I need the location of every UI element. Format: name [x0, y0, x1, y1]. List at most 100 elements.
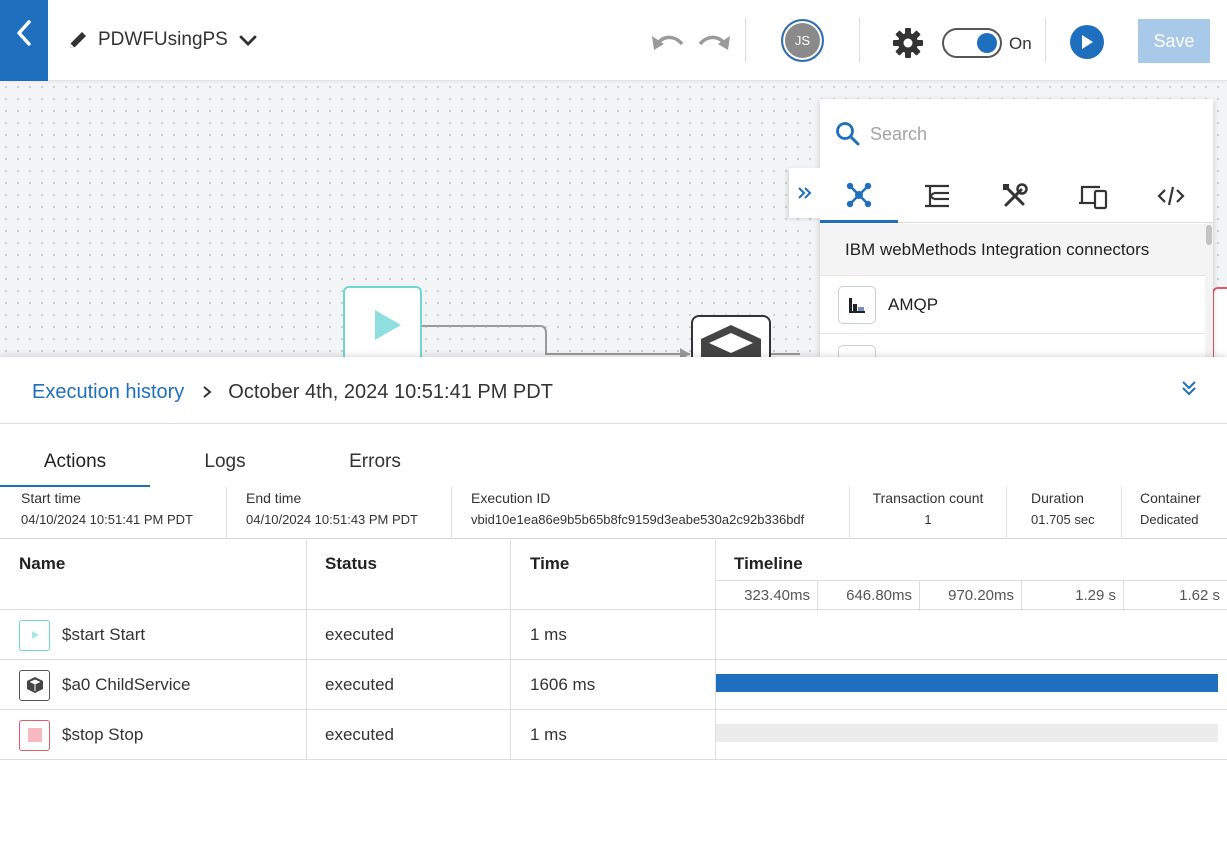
- col-name: Name: [0, 540, 307, 609]
- connector-label: AMQP: [888, 294, 939, 314]
- column-header: Time: [530, 554, 570, 573]
- tab-actions[interactable]: Actions: [0, 445, 150, 487]
- meta-label: Duration: [1031, 490, 1084, 506]
- timeline-bar: [716, 674, 1218, 692]
- tab-tools[interactable]: [976, 169, 1054, 223]
- name-cell: $stop Stop: [0, 710, 307, 760]
- toggle-knob: [977, 33, 997, 53]
- tab-connectors[interactable]: [820, 169, 898, 223]
- avatar[interactable]: JS: [781, 19, 824, 62]
- code-icon: [1157, 186, 1185, 206]
- timeline-tick: 646.80ms: [818, 581, 920, 611]
- time-cell: 1 ms: [511, 710, 716, 760]
- double-chevron-right-icon: [798, 187, 812, 199]
- name-cell: $start Start: [0, 610, 307, 660]
- timeline-tick: 970.20ms: [920, 581, 1022, 611]
- meta-value: vbid10e1ea86e9b5b65b8fc9159d3eabe530a2c9…: [471, 512, 805, 527]
- tab-code[interactable]: [1132, 169, 1210, 223]
- amqp-icon: [838, 285, 876, 324]
- double-chevron-down-icon[interactable]: [1180, 379, 1198, 397]
- execution-summary: Start time 04/10/2024 10:51:41 PM PDT En…: [0, 487, 1227, 539]
- execution-id: Execution ID vbid10e1ea86e9b5b65b8fc9159…: [452, 487, 850, 539]
- play-icon: [375, 310, 401, 340]
- tab-flow-control[interactable]: [898, 169, 976, 223]
- child-service-node[interactable]: [691, 315, 771, 357]
- execution-tabs: Actions Logs Errors: [0, 445, 450, 487]
- undo-icon[interactable]: [650, 28, 686, 54]
- meta-label: Start time: [21, 490, 81, 506]
- status-cell: executed: [307, 710, 511, 760]
- collapse-palette-button[interactable]: [789, 168, 821, 218]
- save-button[interactable]: Save: [1138, 19, 1210, 63]
- time-cell: 1 ms: [511, 610, 716, 660]
- duration: Duration 01.705 sec: [1007, 487, 1122, 539]
- meta-label: Container: [1140, 490, 1201, 506]
- meta-label: End time: [246, 490, 302, 506]
- start-time: Start time 04/10/2024 10:51:41 PM PDT: [0, 487, 227, 539]
- chevron-right-icon: [203, 386, 212, 398]
- table-row[interactable]: $start Start executed 1 ms: [0, 610, 1227, 660]
- workflow-name: PDWFUsingPS: [98, 29, 228, 50]
- connectors-icon: [846, 182, 872, 207]
- status-cell: executed: [307, 660, 511, 710]
- play-icon: [1082, 35, 1093, 49]
- service-cube-icon: [19, 669, 50, 701]
- top-bar: PDWFUsingPS JS On Save: [0, 0, 1227, 81]
- meta-label: Transaction count: [872, 490, 984, 506]
- tab-logs[interactable]: Logs: [150, 445, 300, 487]
- breadcrumb: Execution history October 4th, 2024 10:5…: [32, 379, 553, 405]
- meta-value: 01.705 sec: [1031, 512, 1095, 527]
- palette-scrollbar[interactable]: [1205, 223, 1213, 357]
- cube-icon: [701, 325, 761, 357]
- tools-icon: [1003, 183, 1028, 207]
- status-cell: executed: [307, 610, 511, 660]
- table-row[interactable]: $a0 ChildService executed 1606 ms: [0, 660, 1227, 710]
- stop-icon: [19, 719, 50, 751]
- run-button[interactable]: [1070, 25, 1104, 59]
- execution-history-link[interactable]: Execution history: [32, 381, 184, 404]
- table-row[interactable]: $stop Stop executed 1 ms: [0, 710, 1227, 760]
- timeline-tick: 323.40ms: [716, 581, 818, 611]
- column-header: Name: [19, 554, 66, 573]
- timeline-bar: [716, 724, 1218, 742]
- table-header: Name Status Time Timeline 323.40ms 646.8…: [0, 540, 1227, 611]
- toolbar-divider: [1045, 18, 1046, 62]
- tab-errors[interactable]: Errors: [300, 445, 450, 487]
- timeline-scale: 323.40ms 646.80ms 970.20ms 1.29 s 1.62 s: [716, 580, 1227, 611]
- action-name: $stop Stop: [62, 725, 144, 744]
- pencil-icon: [70, 32, 86, 48]
- name-cell: $a0 ChildService: [0, 660, 307, 710]
- column-header: Status: [325, 554, 377, 573]
- timeline-cell: [716, 660, 1227, 710]
- start-icon: [19, 619, 50, 651]
- action-name: $start Start: [62, 625, 146, 644]
- connector-item-amqp[interactable]: AMQP: [820, 276, 1205, 334]
- connector-icon: [838, 345, 876, 357]
- timeline-tick: 1.62 s: [1179, 587, 1220, 604]
- tab-devices[interactable]: [1054, 169, 1132, 223]
- flow-control-icon: [925, 184, 949, 208]
- meta-value: 04/10/2024 10:51:43 PM PDT: [246, 512, 419, 527]
- search-input[interactable]: [870, 119, 1190, 149]
- redo-icon[interactable]: [696, 28, 732, 54]
- meta-value: 04/10/2024 10:51:41 PM PDT: [21, 512, 194, 527]
- back-button[interactable]: [0, 0, 48, 81]
- toolbar-divider: [859, 18, 860, 62]
- palette-section-title: IBM webMethods Integration connectors: [820, 224, 1205, 276]
- stop-node[interactable]: [1212, 287, 1227, 357]
- connector-palette: IBM webMethods Integration connectors AM…: [820, 99, 1213, 357]
- chevron-down-icon[interactable]: [236, 28, 260, 52]
- timeline-tick: 1.29 s: [1022, 581, 1124, 611]
- timeline-cell: [716, 610, 1227, 660]
- col-time: Time: [511, 540, 716, 609]
- enable-toggle[interactable]: [942, 28, 1002, 58]
- divider: [0, 423, 1227, 424]
- start-node[interactable]: [343, 286, 422, 357]
- col-status: Status: [307, 540, 511, 609]
- palette-search: [820, 99, 1213, 169]
- workflow-title[interactable]: PDWFUsingPS: [66, 28, 260, 52]
- meta-value: Dedicated: [1140, 512, 1199, 527]
- toolbar-divider: [745, 18, 746, 62]
- gear-icon[interactable]: [892, 27, 924, 59]
- scrollbar-thumb[interactable]: [1206, 225, 1212, 245]
